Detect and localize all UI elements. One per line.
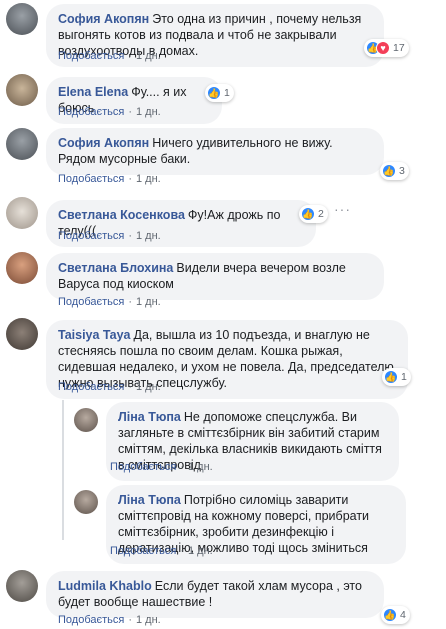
comment-actions: Подобається · 1 дн.: [58, 50, 161, 62]
author-name[interactable]: Elena Elena: [58, 85, 128, 99]
comment-actions: Подобається · 1 дн.: [58, 173, 161, 185]
avatar[interactable]: [6, 128, 38, 160]
reaction-count[interactable]: 👍 4: [381, 606, 410, 624]
like-icon: 👍: [207, 86, 221, 100]
reaction-count[interactable]: 👍 3: [380, 162, 409, 180]
comment-actions: Подобається · 1 дн.: [58, 106, 161, 118]
timestamp[interactable]: 1 дн.: [136, 173, 161, 185]
like-link[interactable]: Подобається: [110, 461, 176, 473]
comment-actions: Подобається · 1 дн.: [110, 461, 213, 473]
timestamp[interactable]: 1 дн.: [188, 461, 213, 473]
like-link[interactable]: Подобається: [58, 381, 124, 393]
author-name[interactable]: Светлана Блохина: [58, 261, 173, 275]
timestamp[interactable]: 1 дн.: [136, 381, 161, 393]
comment-actions: Подобається · 1 дн.: [58, 296, 161, 308]
heart-icon: ♥: [376, 41, 390, 55]
avatar[interactable]: [6, 74, 38, 106]
author-name[interactable]: Ліна Тюпа: [118, 493, 181, 507]
comment-actions: Подобається · 1 дн.: [58, 230, 161, 242]
reaction-count[interactable]: 👍 1: [382, 368, 411, 386]
reaction-count[interactable]: 👍 ♥ 17: [364, 39, 409, 57]
more-options-icon[interactable]: ···: [334, 201, 351, 217]
author-name[interactable]: Ludmila Khablo: [58, 579, 152, 593]
avatar[interactable]: [6, 3, 38, 35]
comment-bubble: София Акопян Ничего удивительного не вижу…: [46, 128, 384, 175]
like-link[interactable]: Подобається: [110, 545, 176, 557]
avatar[interactable]: [6, 197, 38, 229]
reaction-count[interactable]: 👍 2: [299, 205, 328, 223]
like-link[interactable]: Подобається: [58, 50, 124, 62]
reply-thread-line: [62, 400, 64, 540]
reaction-count[interactable]: 👍 1: [205, 84, 234, 102]
like-link[interactable]: Подобається: [58, 173, 124, 185]
avatar[interactable]: [6, 252, 38, 284]
timestamp[interactable]: 1 дн.: [188, 545, 213, 557]
like-link[interactable]: Подобається: [58, 230, 124, 242]
comment-actions: Подобається · 1 дн.: [110, 545, 213, 557]
avatar[interactable]: [74, 408, 98, 432]
comment-actions: Подобається · 1 дн.: [58, 614, 161, 626]
author-name[interactable]: Светлана Косенкова: [58, 208, 185, 222]
comment-bubble: Ludmila Khablo Если будет такой хлам мусо…: [46, 571, 384, 618]
avatar[interactable]: [6, 570, 38, 602]
timestamp[interactable]: 1 дн.: [136, 50, 161, 62]
author-name[interactable]: София Акопян: [58, 136, 149, 150]
author-name[interactable]: Ліна Тюпа: [118, 410, 181, 424]
author-name[interactable]: Taisiya Taya: [58, 328, 131, 342]
like-link[interactable]: Подобається: [58, 106, 124, 118]
author-name[interactable]: София Акопян: [58, 12, 149, 26]
comment-bubble: Светлана Блохина Видели вчера вечером воз…: [46, 253, 384, 300]
like-icon: 👍: [383, 608, 397, 622]
timestamp[interactable]: 1 дн.: [136, 106, 161, 118]
like-link[interactable]: Подобається: [58, 296, 124, 308]
like-link[interactable]: Подобається: [58, 614, 124, 626]
avatar[interactable]: [74, 490, 98, 514]
timestamp[interactable]: 1 дн.: [136, 614, 161, 626]
avatar[interactable]: [6, 318, 38, 350]
timestamp[interactable]: 1 дн.: [136, 230, 161, 242]
like-icon: 👍: [384, 370, 398, 384]
comment-actions: Подобається · 1 дн.: [58, 381, 161, 393]
like-icon: 👍: [301, 207, 315, 221]
like-icon: 👍: [382, 164, 396, 178]
timestamp[interactable]: 1 дн.: [136, 296, 161, 308]
